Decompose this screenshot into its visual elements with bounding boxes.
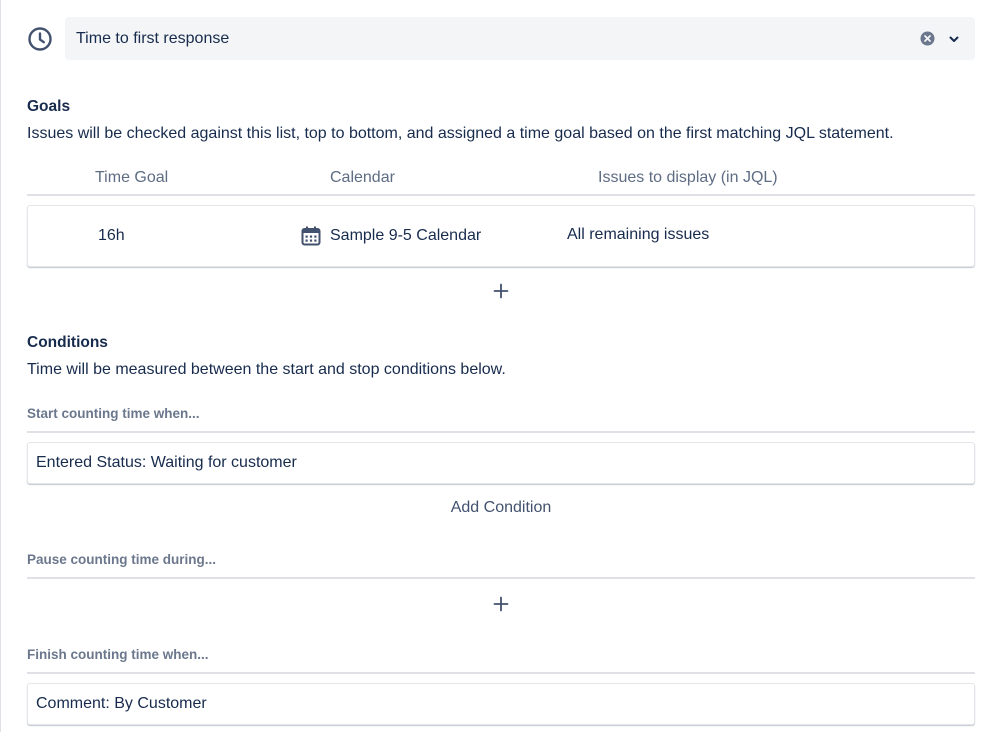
chevron-down-icon[interactable] [947,32,961,46]
col-header-calendar: Calendar [330,169,395,186]
finish-condition-label: Finish counting time when... [27,647,975,674]
conditions-description: Time will be measured between the start … [27,361,506,378]
clock-icon [28,27,52,51]
goals-title: Goals [27,98,71,115]
add-goal-plus-icon[interactable] [492,282,510,300]
goal-calendar: Sample 9-5 Calendar [330,227,482,244]
goals-table-header: Time Goal Calendar Issues to display (in… [27,168,975,196]
start-condition-item[interactable]: Entered Status: Waiting for customer [27,442,975,484]
start-condition-label: Start counting time when... [27,406,975,433]
pause-condition-label: Pause counting time during... [27,552,975,579]
goal-time: 16h [98,227,125,244]
clear-icon[interactable] [920,31,935,46]
sla-goal-editor: Time to first response Goals Issues will… [0,0,999,732]
finish-condition-item[interactable]: Comment: By Customer [27,683,975,725]
col-header-jql: Issues to display (in JQL) [598,169,778,186]
col-header-time-goal: Time Goal [95,169,169,186]
metric-select-value: Time to first response [76,29,230,47]
conditions-title: Conditions [27,334,108,351]
add-pause-plus-icon[interactable] [492,595,510,613]
metric-select[interactable]: Time to first response [65,17,975,60]
goal-jql: All remaining issues [567,226,710,243]
calendar-icon [301,226,321,246]
add-condition-button[interactable]: Add Condition [401,499,601,517]
goals-description: Issues will be checked against this list… [27,125,894,142]
goal-row[interactable]: 16h Sample 9-5 Calendar All remaining is… [27,205,975,267]
